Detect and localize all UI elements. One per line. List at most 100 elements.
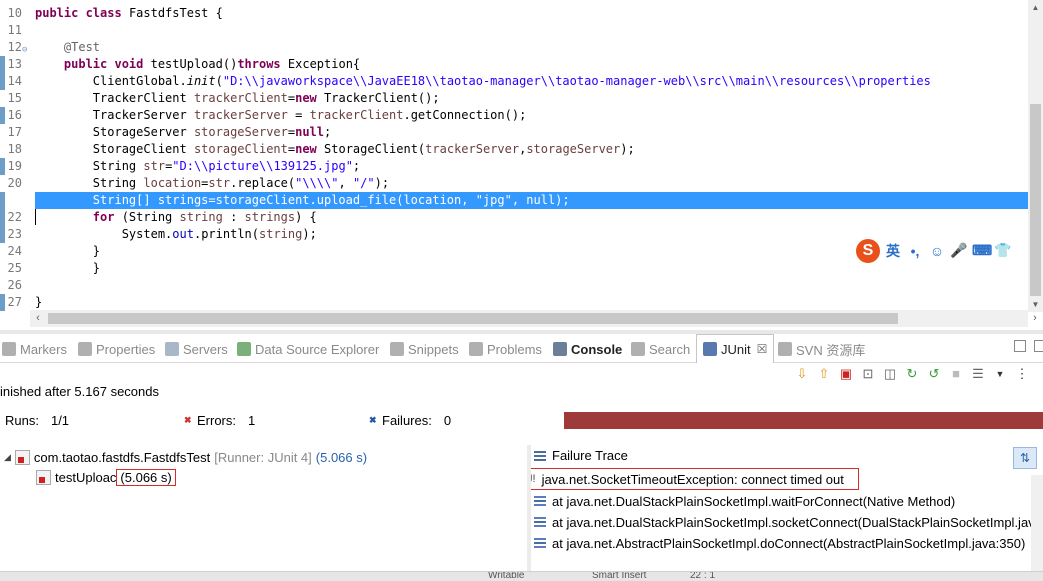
ime-emoji-icon[interactable]: ☺: [928, 243, 946, 259]
code-line[interactable]: 26: [0, 277, 1028, 294]
text-caret: [35, 209, 36, 225]
junit-finished-message: inished after 5.167 seconds: [0, 384, 159, 399]
tab-problems[interactable]: Problems: [469, 340, 542, 358]
code-line[interactable]: 22 for (String string : strings) {: [0, 209, 1028, 226]
previous-failure-icon[interactable]: ⇧: [816, 366, 832, 382]
ime-toolbar[interactable]: S 英 •, ☺ 🎤 ⌨ 👕: [856, 237, 1043, 264]
code-text: public void testUpload()throws Exception…: [63, 57, 361, 71]
code-text: String[] strings=storageClient.upload_fi…: [35, 193, 570, 207]
exception-icon: J!: [531, 473, 536, 485]
stack-frame-icon: [534, 517, 546, 527]
code-line[interactable]: 15 TrackerClient trackerClient=new Track…: [0, 90, 1028, 107]
stack-trace-icon: [534, 450, 546, 461]
maximize-view-icon[interactable]: [1034, 340, 1043, 352]
vertical-scroll-thumb[interactable]: [1030, 104, 1041, 296]
junit-progress-bar: [564, 412, 1043, 429]
test-name: testUploac: [55, 469, 117, 485]
code-line[interactable]: 13 public void testUpload()throws Except…: [0, 56, 1028, 73]
line-number: 18: [7, 142, 22, 156]
code-line[interactable]: 27}: [0, 294, 1028, 311]
suite-runner: [Runner: JUnit 4]: [214, 449, 312, 465]
scroll-left-arrow-icon[interactable]: ‹: [30, 310, 46, 327]
exception-line[interactable]: J! java.net.SocketTimeoutException: conn…: [531, 468, 859, 490]
test-time: (5.066 s): [116, 468, 176, 486]
svn-icon: [778, 342, 792, 356]
status-insert-mode: Smart Insert: [592, 571, 647, 581]
editor-horizontal-scrollbar[interactable]: ‹ ›: [30, 310, 1037, 327]
code-text: StorageClient storageClient=new StorageC…: [35, 142, 635, 156]
next-failure-icon[interactable]: ⇩: [794, 366, 810, 382]
change-marker: [0, 294, 5, 311]
test-case-row[interactable]: testUploac (5.066 s): [36, 467, 176, 487]
code-line[interactable]: 14 ClientGlobal.init("D:\\javaworkspace\…: [0, 73, 1028, 90]
editor-vertical-scrollbar[interactable]: ▲ ▼: [1028, 0, 1043, 312]
tab-svn[interactable]: SVN 资源库: [778, 340, 865, 358]
code-text: }: [35, 295, 43, 309]
rerun-test-icon[interactable]: ↻: [904, 366, 920, 382]
stack-frame[interactable]: at java.net.DualStackPlainSocketImpl.wai…: [534, 491, 955, 511]
error-icon: ✖: [184, 415, 192, 425]
stack-frame-icon: [534, 496, 546, 506]
code-editor[interactable]: 10 public class FastdfsTest {11 12 ⊖ @Test 1…: [0, 0, 1043, 330]
filter-stack-trace-icon[interactable]: ⇅: [1013, 447, 1037, 469]
code-line[interactable]: 12 ⊖ @Test: [0, 39, 1028, 56]
code-text: for (String string : strings) {: [92, 210, 317, 224]
scroll-lock-icon[interactable]: ⊡: [860, 366, 876, 382]
code-text: StorageServer storageServer=null;: [35, 125, 332, 139]
status-cursor-position: 22 : 1: [690, 571, 716, 581]
tab-data-source-explorer[interactable]: Data Source Explorer: [237, 340, 379, 358]
data-source-icon: [237, 342, 251, 356]
problems-icon: [469, 342, 483, 356]
view-menu-icon[interactable]: ⋮: [1014, 366, 1030, 382]
code-line[interactable]: 18 StorageClient storageClient=new Stora…: [0, 141, 1028, 158]
line-number: 12: [7, 40, 22, 54]
code-line[interactable]: 10 public class FastdfsTest {: [0, 5, 1028, 22]
scroll-right-arrow-icon[interactable]: ›: [1027, 310, 1043, 327]
sogou-logo-icon[interactable]: S: [856, 238, 880, 263]
test-run-history-icon[interactable]: ◫: [882, 366, 898, 382]
status-bar: Writable Smart Insert 22 : 1: [0, 571, 1043, 581]
suite-name: com.taotao.fastdfs.FastdfsTest: [33, 449, 211, 465]
history-dropdown-icon[interactable]: ▼: [992, 366, 1008, 382]
scroll-up-arrow-icon[interactable]: ▲: [1028, 0, 1043, 15]
errors-counter: ✖ Errors: 1: [184, 413, 255, 428]
ime-punct-icon[interactable]: •,: [906, 243, 924, 259]
line-number: 15: [7, 91, 22, 105]
close-tab-icon[interactable]: ☒: [757, 342, 768, 356]
failure-trace-pane[interactable]: Failure Trace ⇅ J! java.net.SocketTimeou…: [531, 445, 1043, 581]
code-text: public class FastdfsTest {: [35, 6, 223, 20]
test-suite-row[interactable]: ◢ com.taotao.fastdfs.FastdfsTest [Runner…: [4, 447, 367, 467]
minimize-view-icon[interactable]: [1014, 340, 1026, 352]
show-failures-only-icon[interactable]: ▣: [838, 366, 854, 382]
ime-skin-icon[interactable]: 👕: [994, 242, 1012, 259]
code-text: TrackerServer trackerServer = trackerCli…: [35, 108, 527, 122]
trace-scrollbar[interactable]: [1031, 475, 1043, 581]
tab-markers[interactable]: Markers: [2, 340, 67, 358]
code-line[interactable]: 17 StorageServer storageServer=null;: [0, 124, 1028, 141]
code-line[interactable]: 16 TrackerServer trackerServer = tracker…: [0, 107, 1028, 124]
ime-voice-icon[interactable]: 🎤: [950, 242, 968, 259]
code-line-highlighted[interactable]: 21 String[] strings=storageClient.upload…: [0, 192, 1028, 209]
horizontal-scroll-thumb[interactable]: [48, 313, 898, 324]
tab-servers[interactable]: Servers: [165, 340, 228, 358]
tab-console[interactable]: Console: [553, 340, 622, 358]
code-text: }: [35, 261, 101, 275]
runs-counter: Runs: 1/1: [5, 413, 69, 428]
rerun-failed-first-icon[interactable]: ↺: [926, 366, 942, 382]
stack-frame[interactable]: at java.net.AbstractPlainSocketImpl.doCo…: [534, 533, 1025, 553]
tab-junit[interactable]: JUnit ☒: [696, 334, 775, 363]
tab-search[interactable]: Search: [631, 340, 690, 358]
ime-lang-icon[interactable]: 英: [884, 241, 902, 261]
expand-arrow-icon[interactable]: ◢: [4, 452, 11, 463]
code-line[interactable]: 20 String location=str.replace("\\\\", "…: [0, 175, 1028, 192]
ime-keyboard-icon[interactable]: ⌨: [972, 242, 992, 259]
change-marker: [0, 107, 5, 124]
code-line[interactable]: 19 String str="D:\\picture\\139125.jpg";: [0, 158, 1028, 175]
stack-frame[interactable]: at java.net.DualStackPlainSocketImpl.soc…: [534, 512, 1043, 532]
tab-snippets[interactable]: Snippets: [390, 340, 459, 358]
code-line[interactable]: 11: [0, 22, 1028, 39]
tab-properties[interactable]: Properties: [78, 340, 155, 358]
stop-test-run-icon[interactable]: ■: [948, 366, 964, 382]
history-icon[interactable]: ☰: [970, 366, 986, 382]
test-tree[interactable]: ◢ com.taotao.fastdfs.FastdfsTest [Runner…: [0, 445, 527, 581]
